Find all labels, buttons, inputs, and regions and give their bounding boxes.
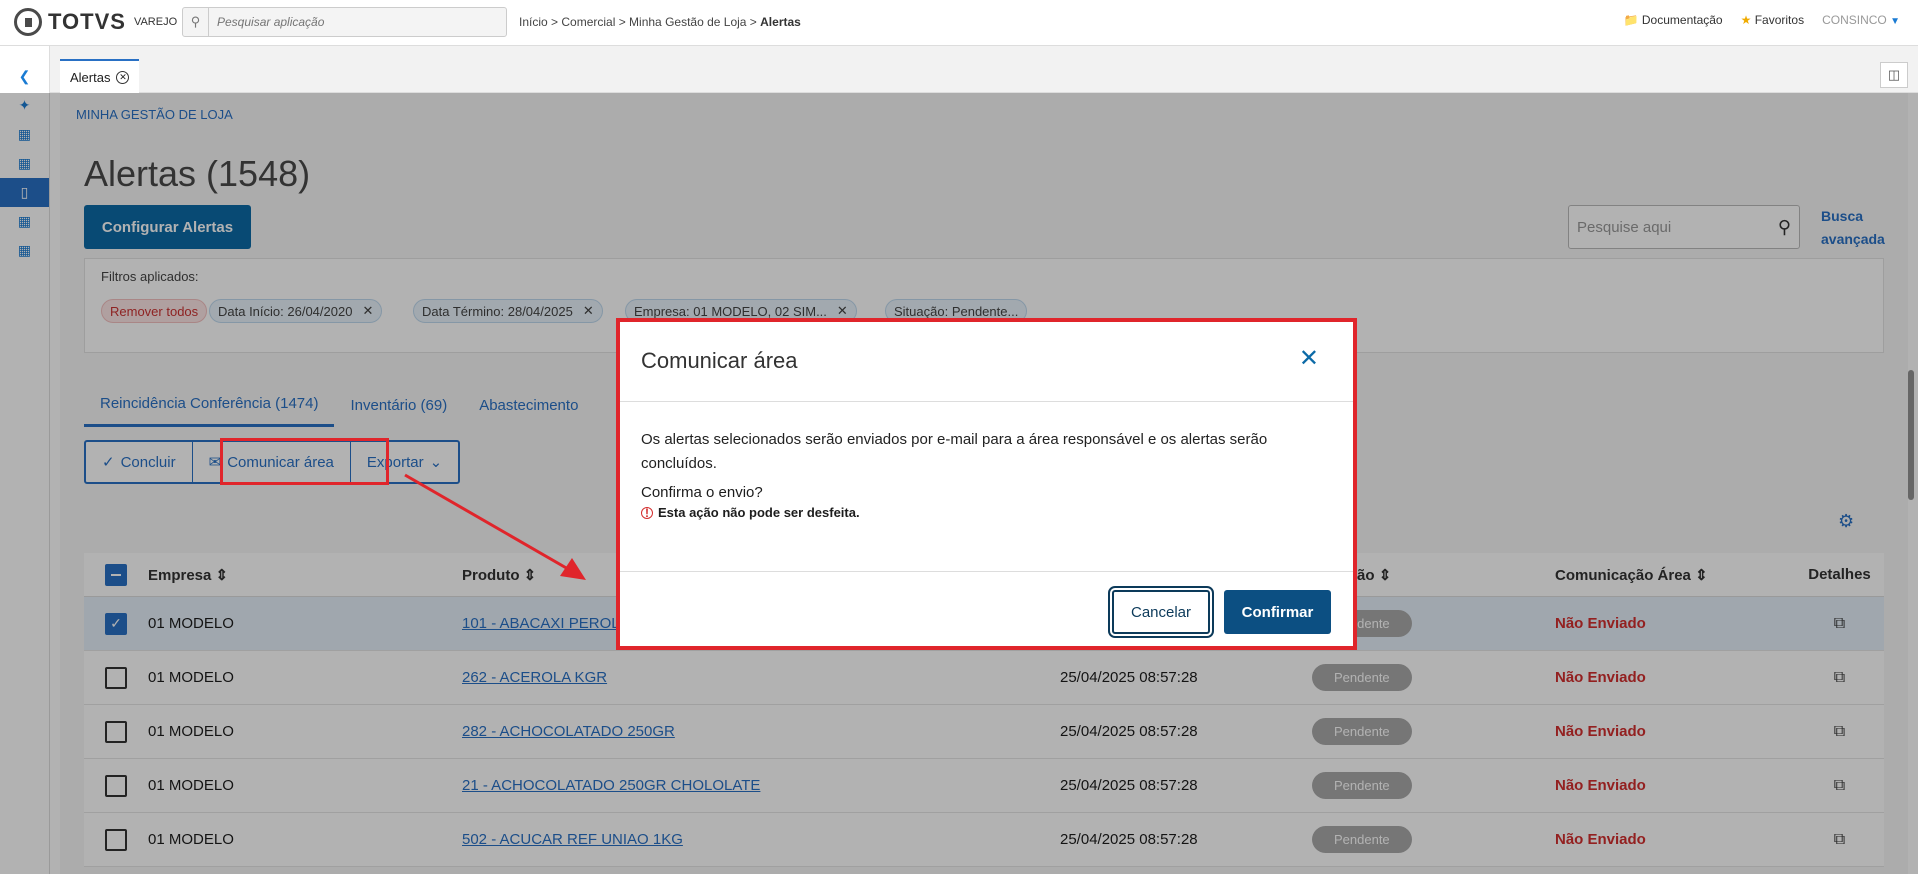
documentation-link[interactable]: 📁 Documentação — [1624, 13, 1723, 27]
search-icon[interactable]: ⚲ — [183, 8, 209, 36]
highlight-box — [220, 438, 389, 485]
cancel-button[interactable]: Cancelar — [1108, 586, 1214, 638]
communicate-area-dialog: Comunicar área ✕ Os alertas selecionados… — [616, 318, 1357, 650]
close-tab-icon[interactable]: ✕ — [116, 70, 130, 84]
breadcrumb-path[interactable]: Início > Comercial > Minha Gestão de Loj… — [519, 15, 760, 29]
folder-icon: 📁 — [1623, 13, 1639, 27]
totvs-logo-icon — [14, 8, 42, 36]
collapse-sidebar-icon[interactable]: ❮ — [0, 62, 49, 91]
favorites-link[interactable]: ★ Favoritos — [1741, 13, 1804, 27]
confirm-button[interactable]: Confirmar — [1224, 590, 1331, 634]
breadcrumb-current: Alertas — [760, 15, 801, 29]
documentation-label: Documentação — [1641, 13, 1723, 27]
warning-text: Esta ação não pode ser desfeita. — [658, 505, 860, 520]
favorites-label: Favoritos — [1754, 13, 1805, 27]
user-menu[interactable]: CONSINCO ▼ — [1822, 13, 1900, 27]
dialog-body: Os alertas selecionados serão enviados p… — [620, 402, 1353, 572]
star-icon: ★ — [1740, 13, 1752, 27]
tab-strip: Alertas ✕ — [50, 46, 1918, 93]
brand-sub: VAREJO — [133, 16, 178, 28]
chevron-down-icon: ▼ — [1890, 16, 1900, 27]
scrollbar[interactable] — [1908, 370, 1914, 500]
brand-name: TOTVS — [48, 9, 126, 34]
tab-alertas[interactable]: Alertas ✕ — [60, 59, 140, 93]
app-search-input[interactable] — [209, 15, 499, 29]
dialog-title: Comunicar área — [641, 348, 798, 373]
close-all-tabs-icon[interactable]: ◫ — [1880, 62, 1908, 88]
top-bar: TOTVS VAREJO ⚲ Início > Comercial > Minh… — [0, 0, 1918, 46]
dialog-footer: Cancelar Confirmar — [620, 572, 1353, 650]
totvs-logo[interactable]: TOTVS VAREJO — [14, 8, 177, 36]
close-icon[interactable]: ✕ — [1299, 344, 1319, 373]
user-name: CONSINCO — [1822, 13, 1887, 27]
annotation-arrow — [404, 473, 586, 580]
dialog-message: Os alertas selecionados serão enviados p… — [641, 431, 1268, 472]
breadcrumb: Início > Comercial > Minha Gestão de Loj… — [519, 15, 801, 29]
dialog-question: Confirma o envio? — [641, 484, 763, 501]
tab-label: Alertas — [70, 69, 111, 85]
app-search: ⚲ — [182, 7, 507, 37]
dialog-header: Comunicar área ✕ — [620, 322, 1353, 402]
top-right-nav: 📁 Documentação ★ Favoritos CONSINCO ▼ — [1624, 13, 1900, 27]
dialog-warning: ! Esta ação não pode ser desfeita. — [641, 505, 1332, 520]
warning-icon: ! — [641, 506, 653, 520]
